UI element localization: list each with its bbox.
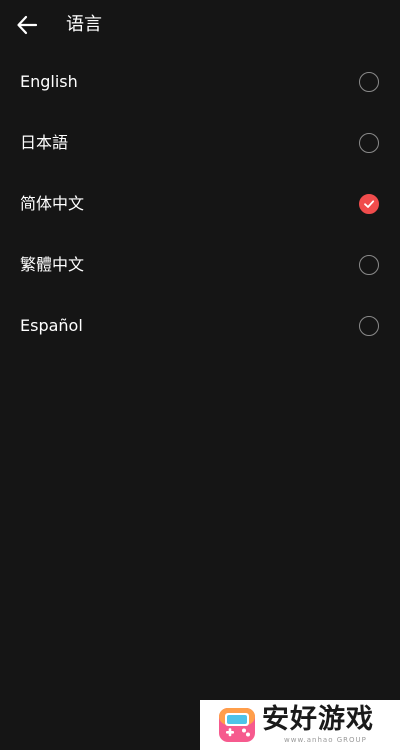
radio-checked-icon[interactable] (359, 193, 379, 214)
radio-unchecked-icon[interactable] (359, 71, 379, 92)
language-label: 简体中文 (20, 193, 85, 213)
page-title: 语言 (66, 14, 102, 35)
language-label: Español (20, 315, 83, 335)
back-button[interactable] (14, 12, 40, 38)
language-label: English (20, 71, 78, 91)
language-label: 日本語 (20, 132, 69, 152)
arrow-left-icon (17, 15, 38, 35)
watermark: 安好游戏 www.anhao GROUP (200, 700, 400, 750)
language-option-traditional-chinese[interactable]: 繁體中文 (0, 234, 400, 295)
language-option-spanish[interactable]: Español (0, 295, 400, 356)
radio-unchecked-icon[interactable] (359, 132, 379, 153)
watermark-text: 安好游戏 (262, 704, 374, 735)
app-header: 语言 (0, 0, 400, 50)
radio-unchecked-icon[interactable] (359, 315, 379, 336)
radio-unchecked-icon[interactable] (359, 254, 379, 275)
watermark-subtext: www.anhao GROUP (284, 736, 367, 744)
checkmark-icon (364, 199, 375, 208)
language-list: English 日本語 简体中文 繁體中文 Español (0, 51, 400, 356)
language-label: 繁體中文 (20, 254, 85, 274)
game-console-logo-icon (219, 708, 255, 742)
language-option-english[interactable]: English (0, 51, 400, 112)
language-option-japanese[interactable]: 日本語 (0, 112, 400, 173)
language-option-simplified-chinese[interactable]: 简体中文 (0, 173, 400, 234)
